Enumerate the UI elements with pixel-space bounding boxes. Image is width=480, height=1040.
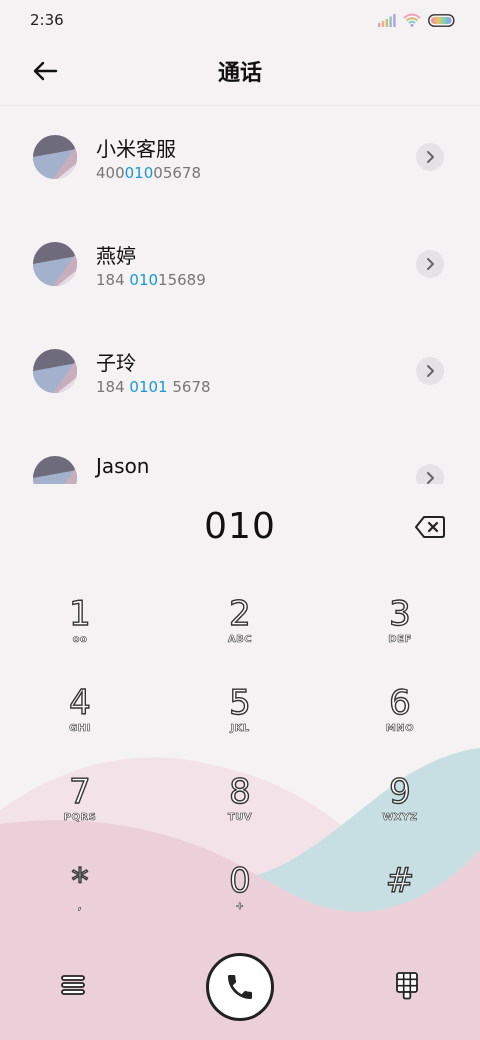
chevron-right-icon <box>427 258 434 270</box>
key-letters: PQRS <box>63 812 97 824</box>
key-letters: GHI <box>69 723 91 735</box>
page-title: 通话 <box>217 61 262 86</box>
key-letters: ABC <box>227 634 253 646</box>
wifi-icon <box>403 13 421 27</box>
key-digit: # <box>385 860 415 901</box>
phone-icon <box>228 975 252 999</box>
key-1[interactable]: 1 oo <box>20 572 140 656</box>
key-letters: DEF <box>388 634 412 646</box>
dialpad-toggle-button[interactable] <box>394 970 420 1002</box>
contact-number: 40001005678 <box>96 164 201 182</box>
key-digit: 4 <box>68 682 91 723</box>
contact-result-item[interactable]: 子玲 184 0101 5678 <box>0 321 480 428</box>
contact-number: 184 0101 5678 <box>96 378 211 396</box>
key-7[interactable]: 7 PQRS <box>20 750 140 834</box>
key-digit: 2 <box>228 593 251 634</box>
key-letters: WXYZ <box>382 812 418 824</box>
contact-result-item[interactable]: 小米客服 40001005678 <box>0 107 480 214</box>
key-digit: 0 <box>228 860 251 901</box>
key-digit: 8 <box>228 771 251 812</box>
menu-icon <box>61 975 85 995</box>
key-2[interactable]: 2 ABC <box>180 572 300 656</box>
contact-name: 燕婷 <box>96 244 136 268</box>
key-letters: + <box>235 901 245 913</box>
app-header: 通话 <box>0 40 480 106</box>
status-bar: 2:36 <box>0 0 480 40</box>
status-icons <box>378 13 456 27</box>
key-digit: * <box>71 860 89 901</box>
chevron-right-icon <box>427 365 434 377</box>
contact-result-item[interactable]: Jason <box>0 428 480 484</box>
key-digit: 7 <box>68 771 91 812</box>
keypad: 1 oo 2 ABC 3 DEF 4 GHI 5 JKL 6 MNO 7 PQR… <box>0 572 480 928</box>
contact-number: 184 01015689 <box>96 271 206 289</box>
key-letters: , <box>77 901 83 913</box>
menu-button[interactable] <box>58 970 88 1000</box>
key-digit: 3 <box>388 593 411 634</box>
voicemail-icon: oo <box>72 634 88 646</box>
contact-result-item[interactable]: 燕婷 184 01015689 <box>0 214 480 321</box>
key-digit: 5 <box>228 682 251 723</box>
avatar <box>33 135 77 179</box>
key-6[interactable]: 6 MNO <box>340 661 460 745</box>
backspace-icon <box>415 516 445 538</box>
key-4[interactable]: 4 GHI <box>20 661 140 745</box>
dialpad-icon <box>396 972 418 1000</box>
avatar <box>33 456 77 484</box>
battery-icon <box>428 13 455 27</box>
key-hash[interactable]: # <box>340 839 460 923</box>
avatar <box>33 349 77 393</box>
key-digit: 6 <box>388 682 411 723</box>
call-button[interactable] <box>206 953 274 1021</box>
number-match-highlight: 0101 <box>129 378 168 396</box>
bottom-bar <box>0 940 480 1040</box>
number-match-highlight: 010 <box>129 271 159 289</box>
key-star[interactable]: * , <box>20 839 140 923</box>
number-match-highlight: 010 <box>124 164 154 182</box>
key-8[interactable]: 8 TUV <box>180 750 300 834</box>
key-9[interactable]: 9 WXYZ <box>340 750 460 834</box>
contact-detail-button[interactable] <box>416 250 444 278</box>
key-letters: MNO <box>385 723 415 735</box>
signal-icon <box>378 13 396 27</box>
key-letters: TUV <box>227 812 253 824</box>
avatar <box>33 242 77 286</box>
contact-detail-button[interactable] <box>416 357 444 385</box>
dial-display: 010 <box>0 484 480 572</box>
contact-detail-button[interactable] <box>416 143 444 171</box>
chevron-right-icon <box>427 151 434 163</box>
key-digit: 1 <box>68 593 91 634</box>
contact-results-list: 小米客服 40001005678 燕婷 184 01015689 子玲 184 … <box>0 107 480 484</box>
contact-detail-button[interactable] <box>416 464 444 484</box>
key-5[interactable]: 5 JKL <box>180 661 300 745</box>
contact-name: 子玲 <box>96 351 136 375</box>
key-3[interactable]: 3 DEF <box>340 572 460 656</box>
backspace-button[interactable] <box>414 514 446 540</box>
status-time: 2:36 <box>30 11 64 29</box>
key-digit: 9 <box>388 771 411 812</box>
key-0[interactable]: 0 + <box>180 839 300 923</box>
contact-name: 小米客服 <box>96 137 176 161</box>
key-letters: JKL <box>230 723 250 735</box>
chevron-right-icon <box>427 472 434 484</box>
dialed-number: 010 <box>204 506 276 547</box>
contact-name: Jason <box>96 454 150 478</box>
